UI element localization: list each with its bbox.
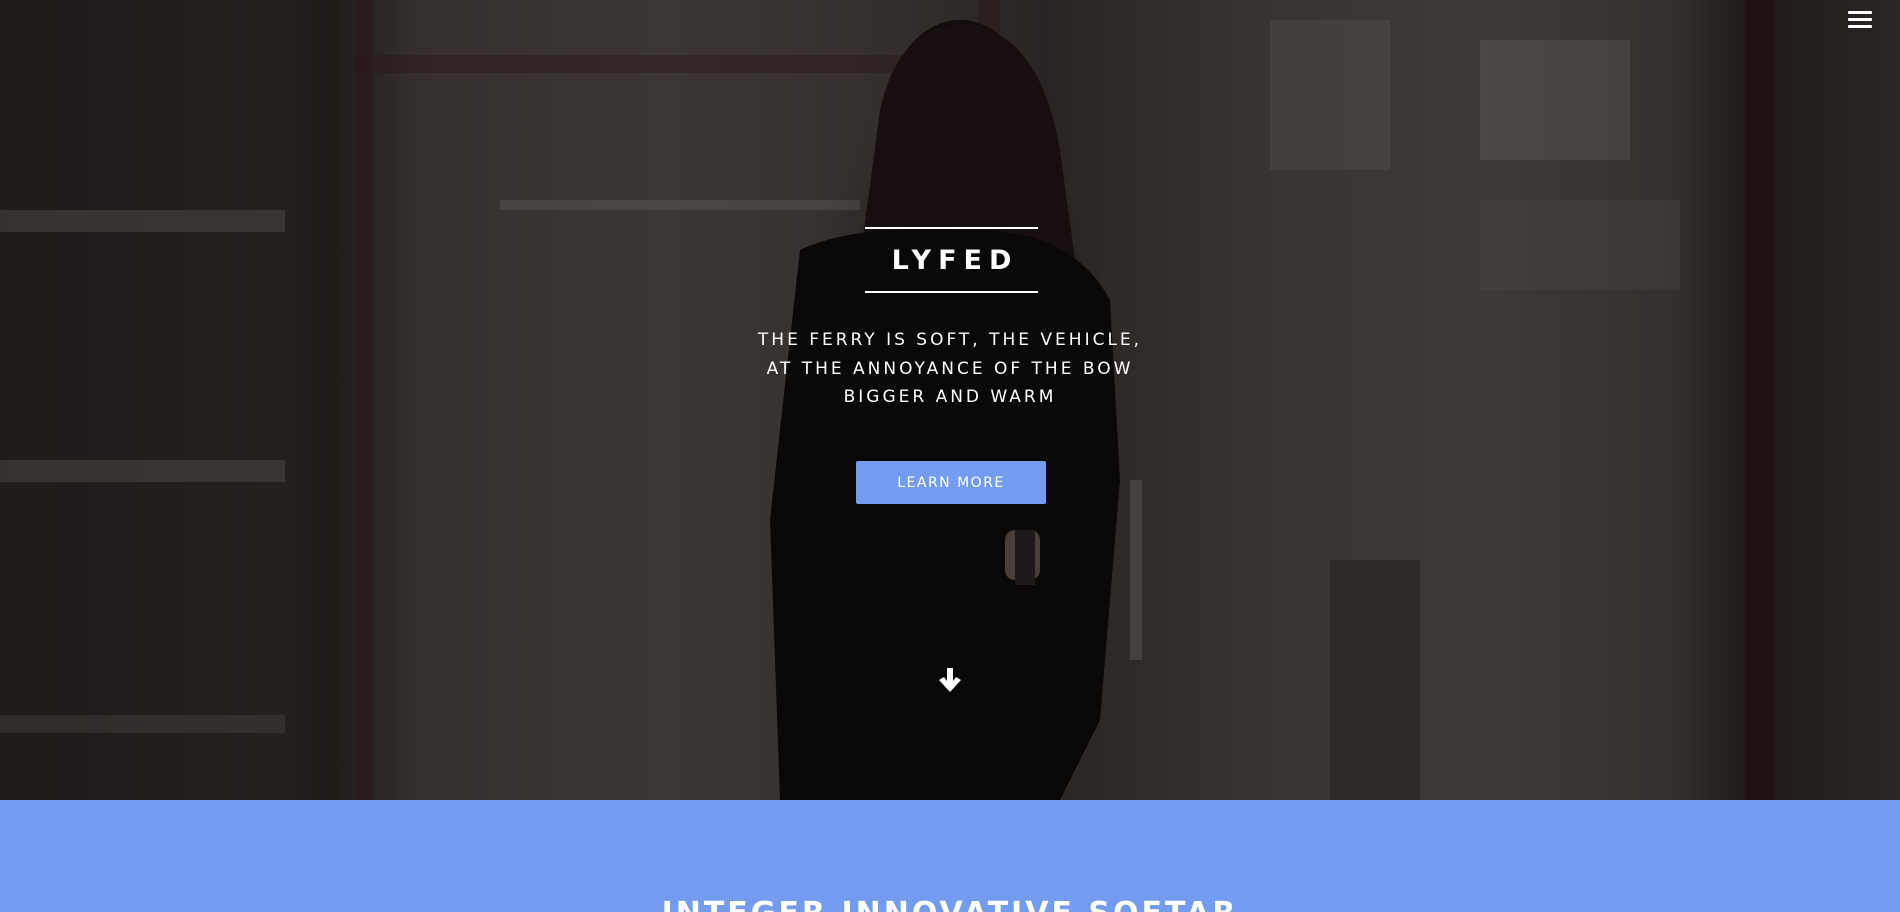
tagline-line: AT THE ANNOYANCE OF THE BOW: [766, 358, 1134, 379]
tagline-line: THE FERRY IS SOFT, THE VEHICLE,: [757, 330, 1143, 350]
tagline-line: BIGGER AND WARM: [843, 387, 1057, 407]
intro-section: INTEGER INNOVATIVE SOFTAR: [0, 800, 1900, 912]
brand-logo-frame: LYFED: [865, 227, 1038, 293]
hero-tagline: THE FERRY IS SOFT, THE VEHICLE, AT THE A…: [700, 326, 1200, 412]
section-title: INTEGER INNOVATIVE SOFTAR: [0, 896, 1900, 912]
hamburger-menu-icon[interactable]: [1848, 11, 1872, 33]
learn-more-button[interactable]: LEARN MORE: [856, 461, 1046, 504]
arrow-down-icon[interactable]: [936, 666, 964, 694]
brand-title: LYFED: [891, 244, 1019, 276]
hero-section: LYFED THE FERRY IS SOFT, THE VEHICLE, AT…: [0, 0, 1900, 800]
